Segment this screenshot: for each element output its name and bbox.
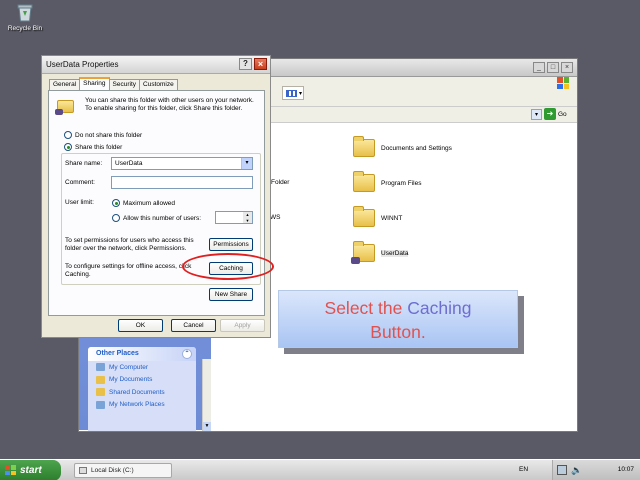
comment-field[interactable]: [111, 176, 253, 189]
clock[interactable]: 10:07: [618, 466, 634, 473]
collapse-icon[interactable]: ⌃: [182, 349, 192, 359]
apply-button: Apply: [220, 319, 265, 332]
views-icon: [286, 90, 297, 97]
radio-button[interactable]: [64, 131, 72, 139]
computer-icon: [96, 363, 105, 372]
volume-tray-icon[interactable]: 🔈: [571, 465, 582, 475]
folder-icon: [353, 171, 375, 192]
taskbar: start Local Disk (C:) EN 🔈 10:07: [0, 459, 640, 480]
go-arrow-icon: ➜: [544, 108, 556, 120]
recycle-bin-icon: [15, 2, 35, 22]
maximize-button[interactable]: □: [547, 62, 559, 73]
permissions-text: To set permissions for users who access …: [65, 237, 194, 252]
sharing-intro-text: You can share this folder with other use…: [85, 97, 254, 112]
tab-security[interactable]: Security: [108, 79, 141, 90]
share-name-label: Share name:: [65, 160, 103, 167]
close-button[interactable]: ×: [561, 62, 573, 73]
radio-button[interactable]: [112, 214, 120, 222]
user-count-spinner[interactable]: ▲ ▼: [215, 211, 253, 224]
dialog-title: UserData Properties: [46, 60, 119, 69]
permissions-button[interactable]: Permissions: [209, 238, 253, 251]
folder-userdata[interactable]: UserData: [351, 241, 409, 264]
tab-sharing[interactable]: Sharing: [79, 77, 110, 90]
taskbar-item-local-disk[interactable]: Local Disk (C:): [74, 463, 172, 478]
other-places-item-my-computer[interactable]: My Computer: [88, 361, 196, 374]
radio-maximum-allowed[interactable]: Maximum allowed: [112, 199, 175, 207]
shared-folder-icon: [55, 100, 74, 115]
task-pane-scrollbar[interactable]: ▼: [202, 359, 211, 431]
folder-icon: [96, 388, 105, 397]
properties-dialog: UserData Properties ? × General Sharing …: [41, 55, 274, 338]
other-places-item-network-places[interactable]: My Network Places: [88, 399, 196, 412]
network-icon: [96, 400, 105, 409]
folder-icon: [353, 206, 375, 227]
network-tray-icon[interactable]: [557, 465, 567, 475]
recycle-bin-desktop-icon[interactable]: Recycle Bin: [6, 2, 44, 32]
dialog-titlebar[interactable]: UserData Properties ? ×: [42, 56, 270, 74]
other-places-item-shared-documents[interactable]: Shared Documents: [88, 386, 196, 399]
user-limit-label: User limit:: [65, 199, 94, 206]
shared-folder-icon: [351, 241, 375, 264]
dialog-tabs: General Sharing Security Customize: [49, 77, 178, 90]
radio-share-this-folder[interactable]: Share this folder: [64, 143, 125, 151]
chevron-down-icon: ▾: [298, 91, 302, 97]
spinner-arrows-icon[interactable]: ▲ ▼: [243, 212, 252, 223]
radio-button[interactable]: [64, 143, 72, 151]
chevron-down-icon[interactable]: ▾: [241, 158, 252, 169]
radio-allow-number[interactable]: Allow this number of users:: [112, 214, 201, 222]
other-places-panel: Other Places ⌃ My Computer My Documents S…: [88, 347, 196, 431]
dialog-close-button[interactable]: ×: [254, 58, 267, 70]
other-places-header[interactable]: Other Places ⌃: [88, 347, 196, 361]
folder-documents-and-settings[interactable]: Documents and Settings: [353, 136, 452, 157]
tab-customize[interactable]: Customize: [139, 79, 178, 90]
cancel-button[interactable]: Cancel: [171, 319, 216, 332]
instruction-callout: Select the Caching Button.: [278, 290, 518, 348]
system-tray: EN 🔈 10:07: [519, 460, 640, 480]
folder-label-partial: WS: [270, 214, 281, 221]
help-button[interactable]: ?: [239, 58, 252, 70]
caching-highlight-ring: [182, 253, 274, 280]
window-icon: [79, 467, 87, 474]
other-places-item-my-documents[interactable]: My Documents: [88, 374, 196, 387]
share-name-value: UserData: [115, 160, 143, 167]
windows-logo-icon: [557, 77, 569, 89]
address-dropdown-button[interactable]: ▾: [531, 109, 542, 120]
share-name-combobox[interactable]: UserData ▾: [111, 157, 253, 170]
minimize-button[interactable]: _: [533, 62, 545, 73]
caching-text: To configure settings for offline access…: [65, 263, 192, 278]
windows-logo-icon: [5, 465, 16, 475]
views-button[interactable]: ▾: [282, 86, 304, 100]
folder-icon: [96, 375, 105, 384]
sharing-tab-panel: You can share this folder with other use…: [48, 90, 265, 316]
radio-button[interactable]: [112, 199, 120, 207]
go-button[interactable]: ➜ Go: [544, 108, 567, 120]
recycle-bin-label: Recycle Bin: [7, 25, 43, 32]
scroll-down-icon[interactable]: ▼: [203, 422, 211, 431]
folder-program-files[interactable]: Program Files: [353, 171, 421, 192]
folder-icon: [353, 136, 375, 157]
new-share-button[interactable]: New Share: [209, 288, 253, 301]
ok-button[interactable]: OK: [118, 319, 163, 332]
tab-general[interactable]: General: [49, 79, 81, 90]
folder-winnt[interactable]: WINNT: [353, 206, 402, 227]
comment-label: Comment:: [65, 179, 95, 186]
language-indicator[interactable]: EN: [519, 466, 528, 473]
go-label: Go: [558, 110, 567, 118]
radio-do-not-share[interactable]: Do not share this folder: [64, 131, 142, 139]
start-button[interactable]: start: [0, 460, 61, 480]
